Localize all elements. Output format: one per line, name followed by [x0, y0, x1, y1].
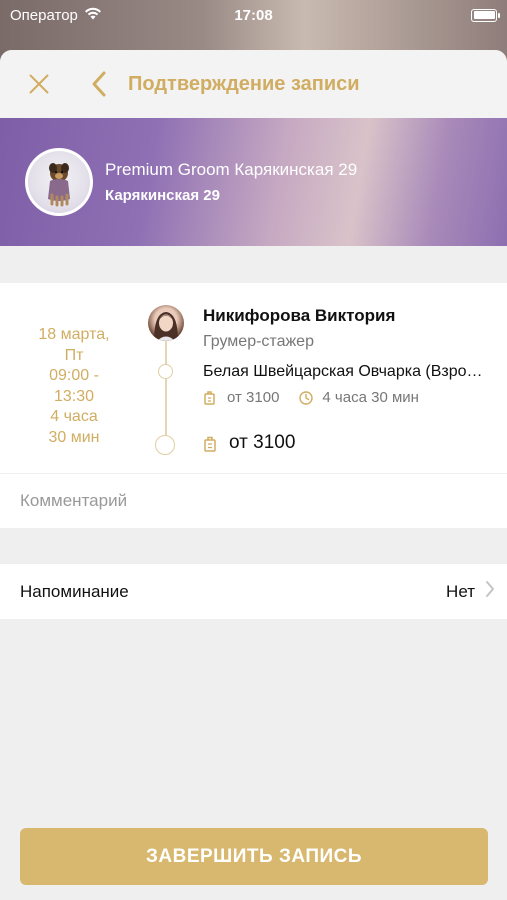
master-avatar	[148, 305, 184, 341]
price-tag-icon	[203, 436, 217, 452]
finish-booking-button[interactable]: ЗАВЕРШИТЬ ЗАПИСЬ	[20, 828, 488, 885]
chevron-right-icon	[485, 580, 495, 603]
master-role: Грумер-стажер	[203, 333, 314, 350]
booking-weekday: Пт	[64, 346, 84, 364]
booking-time-start: 09:00 -	[49, 367, 99, 384]
reminder-value: Нет	[446, 581, 475, 601]
dog-photo	[28, 151, 90, 213]
battery-icon	[471, 8, 500, 22]
salon-address: Карякинская 29	[105, 187, 220, 204]
clock-icon	[299, 390, 314, 405]
chevron-left-icon[interactable]	[88, 70, 110, 98]
service-price: от 3100	[227, 389, 280, 406]
page-title: Подтверждение записи	[128, 72, 360, 95]
service-meta: от 3100 4 часа 30 мин	[203, 389, 419, 406]
service-name: Белая Швейцарская Овчарка (Взрослая)	[203, 363, 483, 380]
total-price: от 3100	[229, 432, 296, 453]
reminder-row[interactable]: Напоминание Нет	[0, 564, 507, 619]
timeline-dot-total	[155, 435, 175, 455]
booking-date: 18 марта,	[38, 326, 110, 343]
salon-banner: Premium Groom Карякинская 29 Карякинская…	[0, 118, 507, 246]
reminder-label: Напоминание	[20, 581, 129, 601]
booking-confirmation-sheet: Подтверждение записи Premium Groom Каряк…	[0, 50, 507, 900]
close-icon[interactable]	[26, 71, 52, 97]
comment-row	[0, 473, 507, 528]
booking-details-card: 18 марта, Пт 09:00 - 13:30 4 часа 30 мин…	[0, 283, 507, 473]
carrier-label: Оператор	[10, 6, 78, 24]
price-tag-icon	[203, 390, 217, 405]
status-right	[471, 8, 500, 22]
comment-input[interactable]	[20, 491, 480, 511]
status-left: Оператор	[10, 7, 102, 24]
booking-time-end: 13:30	[53, 387, 95, 405]
navigation-bar: Подтверждение записи	[0, 50, 507, 118]
booking-duration-hours: 4 часа	[50, 408, 98, 425]
salon-name: Premium Groom Карякинская 29	[105, 160, 358, 179]
master-name: Никифорова Виктория	[203, 306, 396, 325]
wifi-icon	[84, 7, 102, 24]
salon-info: Premium Groom Карякинская 29 Карякинская…	[105, 160, 357, 204]
timeline-line	[165, 341, 167, 443]
total-row: от 3100	[203, 432, 295, 454]
booking-duration-minutes: 30 мин	[48, 428, 100, 446]
booking-datetime: 18 марта, Пт 09:00 - 13:30 4 часа 30 мин	[0, 325, 148, 448]
service-duration: 4 часа 30 мин	[322, 389, 419, 406]
timeline-dot-service	[158, 364, 173, 379]
salon-avatar	[25, 148, 93, 216]
status-bar: Оператор 17:08	[0, 0, 507, 30]
